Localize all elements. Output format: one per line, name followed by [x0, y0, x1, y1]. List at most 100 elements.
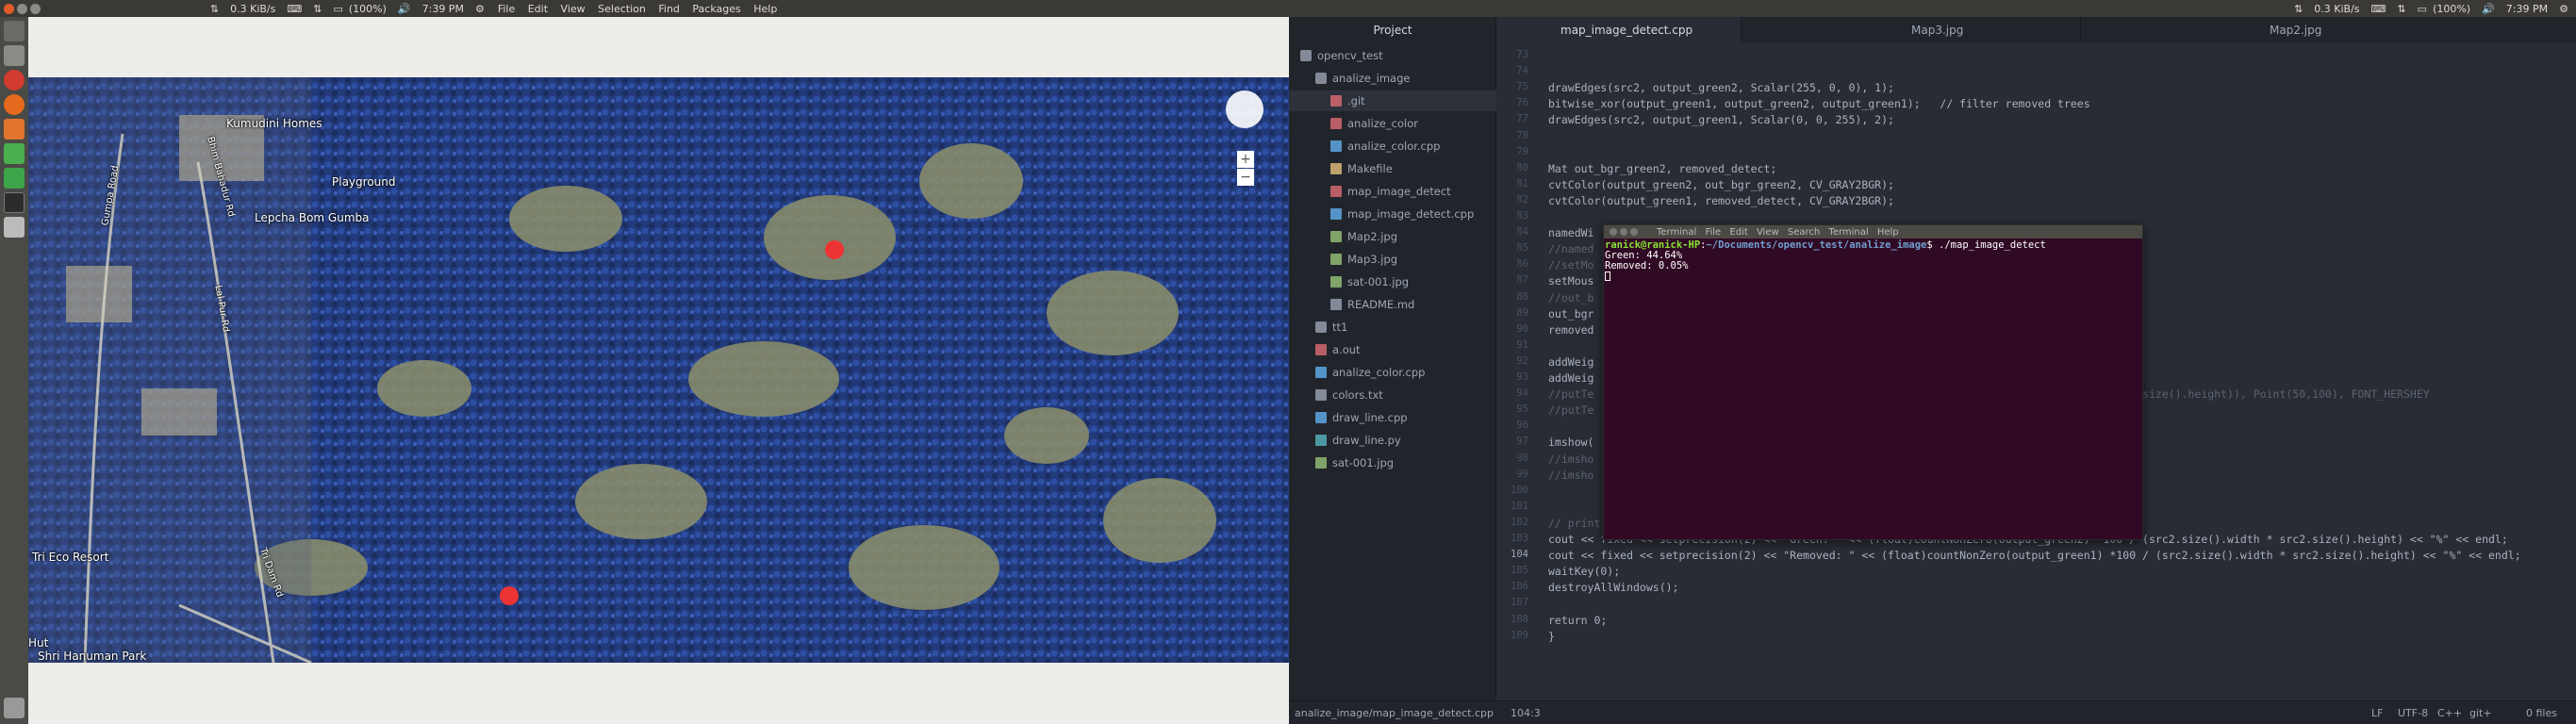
status-encoding[interactable]: UTF-8: [2398, 707, 2428, 719]
tree-item[interactable]: colors.txt: [1315, 385, 1383, 405]
network-icon[interactable]: ⇅: [313, 3, 322, 15]
battery-level[interactable]: (100%): [2433, 3, 2470, 15]
tree-item[interactable]: sat-001.jpg: [1330, 272, 1409, 292]
menu-selection[interactable]: Selection: [598, 3, 646, 15]
tree-item[interactable]: Map2.jpg: [1330, 226, 1397, 247]
terminal-menu-terminal[interactable]: Terminal: [1828, 227, 1868, 238]
network-icon[interactable]: ⇅: [2397, 3, 2405, 15]
menu-file[interactable]: File: [498, 3, 515, 15]
battery-level[interactable]: (100%): [349, 3, 387, 15]
app-icon[interactable]: [4, 143, 25, 164]
code-line: cvtColor(output_green2, out_bgr_green2, …: [1548, 177, 1894, 191]
terminal-menu-help[interactable]: Help: [1877, 227, 1899, 238]
dropbox-icon[interactable]: ⇅: [210, 3, 219, 15]
tree-item-label: map_image_detect.cpp: [1347, 206, 1475, 221]
file-icon: [1330, 94, 1342, 107]
line-number: 108: [1511, 613, 1528, 625]
top-panel-right: ⇅ 0.3 KiB/s ⌨ ⇅ ▭ (100%) 🔊 7:39 PM ⚙: [1289, 0, 2576, 17]
status-line-ending[interactable]: LF: [2371, 707, 2383, 719]
tree-item[interactable]: tt1: [1315, 317, 1347, 337]
satellite-map-image[interactable]: Kumudini Homes Playground Lepcha Bom Gum…: [28, 77, 1289, 663]
close-window-icon[interactable]: [4, 3, 14, 14]
tree-item[interactable]: README.md: [1330, 294, 1414, 315]
files-icon[interactable]: [4, 45, 25, 66]
terminal-menu-search[interactable]: Search: [1788, 227, 1820, 238]
tree-item[interactable]: draw_line.py: [1315, 430, 1401, 451]
minimize-window-icon[interactable]: [17, 3, 27, 14]
tree-item[interactable]: analize_color.cpp: [1330, 136, 1440, 156]
maximize-window-icon[interactable]: [30, 3, 41, 14]
menu-help[interactable]: Help: [753, 3, 777, 15]
tree-item[interactable]: map_image_detect.cpp: [1330, 204, 1474, 224]
line-number: 97: [1516, 436, 1528, 448]
menu-packages[interactable]: Packages: [692, 3, 740, 15]
terminal-window[interactable]: Terminal File Edit View Search Terminal …: [1603, 224, 2143, 540]
trash-icon[interactable]: [4, 698, 25, 718]
app-icon-2[interactable]: [4, 217, 25, 238]
terminal-titlebar[interactable]: Terminal File Edit View Search Terminal …: [1604, 225, 2142, 239]
status-cursor-position[interactable]: 104:3: [1511, 707, 1541, 719]
network-speed[interactable]: 0.3 KiB/s: [2314, 3, 2359, 15]
terminal-output[interactable]: ranick@ranick-HP:~/Documents/opencv_test…: [1604, 239, 2142, 284]
status-grammar[interactable]: C++: [2437, 707, 2462, 719]
tree-item[interactable]: a.out: [1315, 339, 1361, 360]
tree-item[interactable]: draw_line.cpp: [1315, 407, 1408, 428]
line-number: 79: [1516, 145, 1528, 157]
line-number: 76: [1516, 97, 1528, 109]
tree-item[interactable]: analize_image: [1315, 68, 1410, 89]
tree-item[interactable]: .git: [1289, 90, 1496, 111]
battery-icon[interactable]: ▭: [333, 3, 342, 15]
tree-item[interactable]: Makefile: [1330, 158, 1393, 179]
tree-item[interactable]: Map3.jpg: [1330, 249, 1397, 270]
keyboard-icon[interactable]: ⌨: [287, 3, 302, 15]
status-file-count[interactable]: 0 files: [2526, 707, 2557, 719]
software-center-icon[interactable]: [4, 119, 25, 140]
status-file-path[interactable]: analize_image/map_image_detect.cpp: [1295, 707, 1494, 719]
clock[interactable]: 7:39 PM: [422, 3, 464, 15]
tree-item[interactable]: opencv_test: [1300, 45, 1383, 66]
project-title: Project: [1373, 24, 1412, 37]
line-number: 84: [1516, 226, 1528, 239]
dropbox-icon[interactable]: ⇅: [2294, 3, 2303, 15]
terminal-close-icon[interactable]: [1610, 228, 1617, 236]
tree-item-label: sat-001.jpg: [1332, 455, 1395, 469]
clock[interactable]: 7:39 PM: [2506, 3, 2548, 15]
terminal-minimize-icon[interactable]: [1620, 228, 1627, 236]
atom-icon[interactable]: [4, 168, 25, 189]
gear-icon[interactable]: ⚙: [2559, 3, 2568, 15]
map-pan-control[interactable]: [1226, 90, 1263, 128]
terminal-menu-app[interactable]: Terminal: [1657, 227, 1696, 238]
status-git-branch[interactable]: git+: [2469, 707, 2492, 719]
network-speed[interactable]: 0.3 KiB/s: [230, 3, 275, 15]
terminal-menu-file[interactable]: File: [1705, 227, 1721, 238]
menu-view[interactable]: View: [561, 3, 586, 15]
file-icon: [1315, 434, 1327, 446]
terminal-maximize-icon[interactable]: [1630, 228, 1638, 236]
dash-icon[interactable]: [4, 21, 25, 41]
tab-map2-jpg[interactable]: Map2.jpg: [2081, 17, 2576, 43]
menu-find[interactable]: Find: [658, 3, 680, 15]
tree-item[interactable]: sat-001.jpg: [1315, 452, 1394, 473]
terminal-icon[interactable]: [4, 192, 25, 213]
terminal-menu-edit[interactable]: Edit: [1729, 227, 1747, 238]
menu-edit[interactable]: Edit: [528, 3, 548, 15]
volume-icon[interactable]: 🔊: [2482, 3, 2495, 15]
terminal-menu-view[interactable]: View: [1757, 227, 1779, 238]
volume-icon[interactable]: 🔊: [398, 3, 411, 15]
tree-item[interactable]: analize_color.cpp: [1315, 362, 1425, 383]
tree-item-label: colors.txt: [1332, 387, 1383, 402]
chrome-icon[interactable]: [4, 70, 25, 90]
code-line: destroyAllWindows();: [1548, 581, 1679, 595]
zoom-out-button[interactable]: −: [1237, 169, 1254, 186]
keyboard-icon[interactable]: ⌨: [2371, 3, 2386, 15]
tab-map-image-detect-cpp[interactable]: map_image_detect.cpp: [1496, 17, 1742, 43]
tab-map3-jpg[interactable]: Map3.jpg: [1742, 17, 2081, 43]
firefox-icon[interactable]: [4, 94, 25, 115]
line-number: 105: [1511, 565, 1528, 577]
tree-item[interactable]: map_image_detect: [1330, 181, 1451, 202]
tree-item[interactable]: analize_color: [1330, 113, 1418, 134]
zoom-in-button[interactable]: +: [1237, 151, 1254, 168]
line-number: 107: [1511, 597, 1528, 609]
battery-icon[interactable]: ▭: [2418, 3, 2427, 15]
gear-icon[interactable]: ⚙: [475, 3, 485, 15]
